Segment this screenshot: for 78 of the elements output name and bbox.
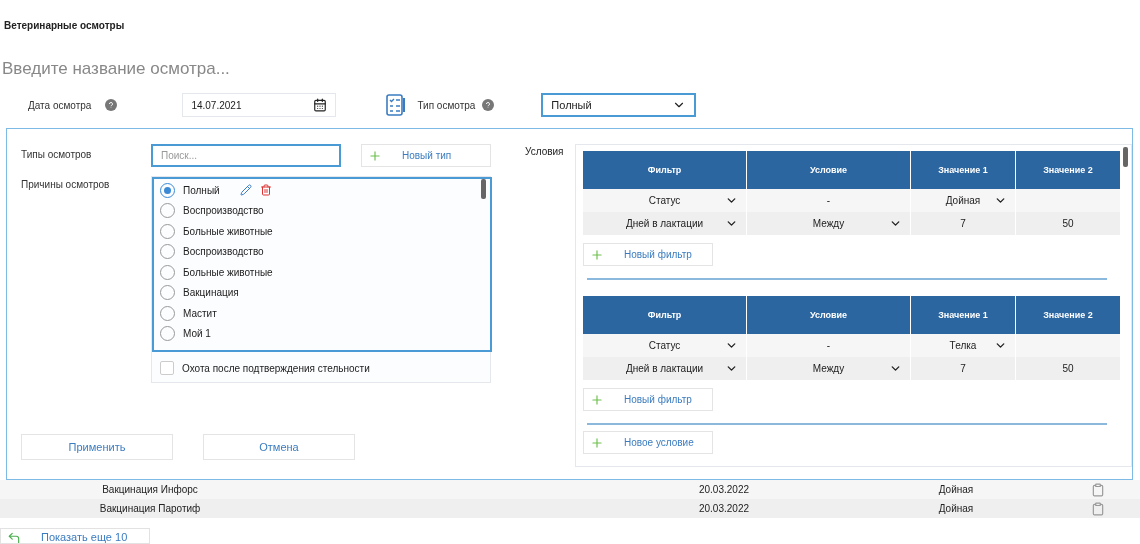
table-cell-text: Дойная: [937, 503, 975, 514]
type-label: Тип осмотра: [417, 99, 476, 111]
table-cell-text: 20.03.2022: [697, 503, 751, 514]
option-label: Мастит: [183, 307, 217, 319]
plus-icon: [590, 247, 604, 262]
clipboard-icon[interactable]: [1091, 501, 1105, 516]
option-label: Охота после подтверждения стельности: [182, 362, 370, 374]
column-header: Условие: [747, 151, 910, 189]
types-label: Типы осмотров: [21, 149, 93, 162]
plus-icon: [368, 148, 382, 163]
help-icon[interactable]: [105, 99, 118, 111]
reason-option[interactable]: Воспроизводство: [152, 241, 490, 262]
table-cell[interactable]: Дойная: [911, 189, 1015, 212]
clipboard-icon[interactable]: [1091, 482, 1105, 497]
option-label: Полный: [183, 184, 220, 196]
reason-option[interactable]: Мой 1: [152, 323, 490, 344]
date-label: Дата осмотра: [28, 99, 92, 111]
reasons-label: Причины осмотров: [21, 179, 111, 192]
reason-option[interactable]: Мастит: [152, 303, 490, 324]
reason-option[interactable]: Воспроизводство: [152, 200, 490, 221]
column-header: Значение 1: [911, 296, 1015, 334]
plus-icon: [590, 435, 604, 450]
table-cell-text: Вакцинация Инфорс: [101, 484, 199, 495]
option-label: Воспроизводство: [183, 246, 264, 258]
help-icon[interactable]: [482, 99, 495, 111]
option-label: Больные животные: [183, 225, 273, 237]
option-label: Мой 1: [183, 328, 211, 340]
table-cell-text: Вакцинация Паротиф: [98, 503, 202, 514]
option-label: Больные животные: [183, 266, 273, 278]
new-filter-button[interactable]: Новый фильтр: [583, 388, 713, 411]
new-filter-button[interactable]: Новый фильтр: [583, 243, 713, 266]
table-cell[interactable]: Между: [747, 212, 910, 235]
cancel-button[interactable]: Отмена: [203, 434, 355, 460]
column-header: Значение 2: [1016, 151, 1120, 189]
table-cell-text: 20.03.2022: [697, 484, 751, 495]
checklist-icon[interactable]: [386, 94, 407, 116]
column-header: Фильтр: [583, 151, 746, 189]
reason-option[interactable]: Больные животные: [152, 262, 490, 283]
plus-icon: [590, 392, 604, 407]
table-cell: -: [747, 334, 910, 357]
edit-icon[interactable]: [239, 184, 252, 197]
column-header: Значение 1: [911, 151, 1015, 189]
column-header: Значение 2: [1016, 296, 1120, 334]
option-label: Вакцинация: [183, 287, 239, 299]
return-arrow-icon: [7, 531, 21, 543]
search-field[interactable]: Поиск...: [151, 144, 341, 167]
table-cell[interactable]: Между: [747, 357, 910, 380]
table-cell: 50: [1016, 357, 1120, 380]
conditions-label: Условия: [525, 146, 565, 157]
calendar-icon: [313, 98, 328, 112]
reason-option[interactable]: Вакцинация: [152, 282, 490, 303]
date-field[interactable]: 14.07.2021: [182, 93, 337, 117]
delete-icon[interactable]: [259, 184, 272, 197]
option-label: Воспроизводство: [183, 205, 264, 217]
reason-option[interactable]: Охота после подтверждения стельности: [152, 358, 490, 379]
table-cell: 7: [911, 212, 1015, 235]
page-title: Ветеринарные осмотры: [4, 20, 126, 31]
scrollbar-thumb[interactable]: [481, 179, 486, 199]
table-cell: 50: [1016, 212, 1120, 235]
column-header: Условие: [747, 296, 910, 334]
reason-option[interactable]: Больные животные: [152, 221, 490, 242]
new-type-button[interactable]: Новый тип: [361, 144, 491, 167]
apply-button[interactable]: Применить: [21, 434, 173, 460]
table-cell[interactable]: Статус: [583, 334, 746, 357]
show-more-button[interactable]: Показать еще 10: [0, 528, 150, 544]
table-cell[interactable]: Телка: [911, 334, 1015, 357]
table-cell[interactable]: Статус: [583, 189, 746, 212]
scrollbar-thumb[interactable]: [1123, 147, 1128, 167]
table-cell: -: [747, 189, 910, 212]
table-cell-text: Дойная: [937, 484, 975, 495]
checkbox[interactable]: [160, 361, 174, 376]
table-cell[interactable]: Дней в лактации: [583, 357, 746, 380]
column-header: Фильтр: [583, 296, 746, 334]
table-cell[interactable]: Дней в лактации: [583, 212, 746, 235]
table-cell: 7: [911, 357, 1015, 380]
type-select[interactable]: Полный: [541, 93, 697, 117]
reason-option[interactable]: Полный: [152, 180, 490, 201]
new-condition-button[interactable]: Новое условие: [583, 431, 713, 454]
